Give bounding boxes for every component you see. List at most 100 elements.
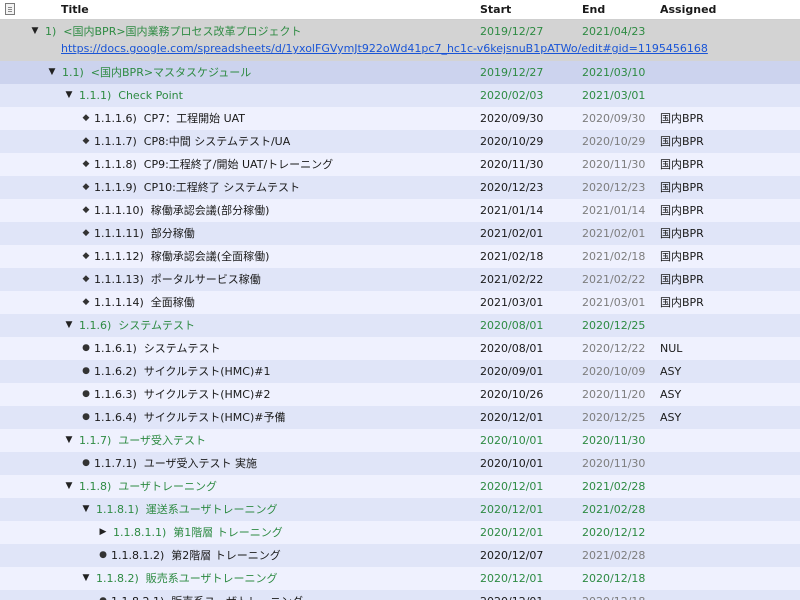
row-title-cell[interactable]: 1.1.1.7) CP8:中間 システムテスト/UA [94, 130, 476, 153]
outline-row[interactable]: ▼ 1.1.8.2) 販売系ユーザトレーニング 2020/12/01 2020/12/1… [0, 567, 800, 590]
disclosure-expanded-icon[interactable]: ▼ [28, 20, 42, 43]
row-title-cell[interactable]: 1.1.1.8) CP9:工程終了/開始 UAT/トレーニング [94, 153, 476, 176]
row-title-cell[interactable]: 1.1.6.1) システムテスト [94, 337, 476, 360]
row-assigned[interactable]: 国内BPR [660, 245, 800, 268]
row-assigned[interactable]: 国内BPR [660, 176, 800, 199]
row-start-date[interactable]: 2020/11/30 [480, 153, 580, 176]
row-start-date[interactable]: 2020/10/26 [480, 383, 580, 406]
row-start-date[interactable]: 2020/12/23 [480, 176, 580, 199]
row-title-cell[interactable]: 1.1.6) システムテスト [79, 314, 476, 337]
row-start-date[interactable]: 2020/12/01 [480, 521, 580, 544]
row-assigned[interactable]: 国内BPR [660, 222, 800, 245]
row-assigned[interactable]: 国内BPR [660, 268, 800, 291]
outline-row[interactable]: ◆ 1.1.1.11) 部分稼働 2021/02/01 2021/02/01 国内BPR [0, 222, 800, 245]
row-assigned[interactable]: ASY [660, 360, 800, 383]
row-start-date[interactable]: 2020/08/01 [480, 314, 580, 337]
disclosure-expanded-icon[interactable]: ▼ [79, 567, 93, 590]
row-title-cell[interactable]: 1.1.1) Check Point [79, 84, 476, 107]
row-end-date[interactable]: 2020/09/30 [582, 107, 658, 130]
row-start-date[interactable]: 2021/03/01 [480, 291, 580, 314]
document-icon[interactable] [5, 3, 15, 15]
row-start-date[interactable]: 2021/02/18 [480, 245, 580, 268]
outline-row[interactable]: ●1.1.8.2.1) 販売系ユーザトレーニング 2020/12/012020/12… [0, 590, 800, 600]
disclosure-expanded-icon[interactable]: ▼ [79, 498, 93, 521]
outline-row[interactable]: ◆ 1.1.1.10) 稼働承認会議(部分稼働) 2021/01/14 2021/01/… [0, 199, 800, 222]
row-start-date[interactable]: 2021/01/14 [480, 199, 580, 222]
row-title-cell[interactable]: 1.1.1.12) 稼働承認会議(全面稼働) [94, 245, 476, 268]
row-end-date[interactable]: 2020/12/12 [582, 521, 658, 544]
row-assigned[interactable]: 国内BPR [660, 291, 800, 314]
outline-row[interactable]: ◆ 1.1.1.14) 全面稼働 2021/03/01 2021/03/01 国内BPR [0, 291, 800, 314]
row-end-date[interactable]: 2020/10/29 [582, 130, 658, 153]
outline-row[interactable]: ◆ 1.1.1.9) CP10:工程終了 システムテスト 2020/12/23 2020… [0, 176, 800, 199]
row-title-cell[interactable]: 1.1.8.2) 販売系ユーザトレーニング [96, 567, 476, 590]
outline-row-root[interactable]: ▼ 1) <国内BPR>国内業務プロセス改革プロジェクト 2019/12/27 2021… [0, 20, 800, 61]
outline-row[interactable]: ▼ 1.1.6) システムテスト 2020/08/01 2020/12/25 [0, 314, 800, 337]
row-start-date[interactable]: 2020/09/01 [480, 360, 580, 383]
row-title-cell[interactable]: 1.1.1.6) CP7：工程開始 UAT [94, 107, 476, 130]
row-end-date[interactable]: 2021/02/01 [582, 222, 658, 245]
row-end-date[interactable]: 2021/02/22 [582, 268, 658, 291]
disclosure-expanded-icon[interactable]: ▼ [62, 314, 76, 337]
row-end-date[interactable]: 2021/01/14 [582, 199, 658, 222]
row-title-cell[interactable]: 1.1.6.4) サイクルテスト(HMC)#予備 [94, 406, 476, 429]
row-start-date[interactable]: 2020/12/01 [480, 475, 580, 498]
row-assigned[interactable]: 国内BPR [660, 107, 800, 130]
row-title-cell[interactable]: 1.1.1.13) ポータルサービス稼働 [94, 268, 476, 291]
row-title-cell[interactable]: 1.1.6.2) サイクルテスト(HMC)#1 [94, 360, 476, 383]
row-title-cell[interactable]: 1.1.8.2.1) 販売系ユーザトレーニング [111, 590, 476, 600]
row-title-cell[interactable]: 1.1.8.1) 運送系ユーザトレーニング [96, 498, 476, 521]
row-start-date[interactable]: 2020/12/01 [480, 406, 580, 429]
row-start-date[interactable]: 2020/10/01 [480, 429, 580, 452]
outline-row[interactable]: ◆ 1.1.1.7) CP8:中間 システムテスト/UA 2020/10/29 2020… [0, 130, 800, 153]
row-assigned[interactable]: 国内BPR [660, 199, 800, 222]
row-end-date[interactable]: 2020/10/09 [582, 360, 658, 383]
row-title-cell[interactable]: 1.1.8.1.2) 第2階層 トレーニング [111, 544, 476, 567]
row-start-date[interactable]: 2019/12/27 [480, 20, 580, 43]
row-start-date[interactable]: 2020/02/03 [480, 84, 580, 107]
row-start-date[interactable]: 2020/12/01 [480, 498, 580, 521]
row-end-date[interactable]: 2021/02/18 [582, 245, 658, 268]
outline-row[interactable]: ◆ 1.1.1.6) CP7：工程開始 UAT 2020/09/30 2020/09/3… [0, 107, 800, 130]
outline-row[interactable]: ◆ 1.1.1.8) CP9:工程終了/開始 UAT/トレーニング 2020/11/3… [0, 153, 800, 176]
header-end[interactable]: End [582, 0, 658, 19]
outline-row[interactable]: ▼ 1.1.1) Check Point 2020/02/03 2021/03/01 [0, 84, 800, 107]
row-end-date[interactable]: 2020/11/30 [582, 153, 658, 176]
outline-row[interactable]: ◆ 1.1.1.13) ポータルサービス稼働 2021/02/22 2021/02/22… [0, 268, 800, 291]
row-end-date[interactable]: 2020/12/25 [582, 406, 658, 429]
row-end-date[interactable]: 2020/12/18 [582, 590, 658, 600]
outline-row[interactable]: ● 1.1.6.4) サイクルテスト(HMC)#予備 2020/12/01 2020/1… [0, 406, 800, 429]
row-end-date[interactable]: 2021/02/28 [582, 544, 658, 567]
row-end-date[interactable]: 2020/11/30 [582, 429, 658, 452]
row-start-date[interactable]: 2020/09/30 [480, 107, 580, 130]
row-title-cell[interactable]: 1.1.7) ユーザ受入テスト [79, 429, 476, 452]
row-assigned[interactable]: NUL [660, 337, 800, 360]
disclosure-expanded-icon[interactable]: ▼ [62, 475, 76, 498]
outline-row[interactable]: ▼ 1.1) <国内BPR>マスタスケジュール 2019/12/27 2021/03/1… [0, 61, 800, 84]
row-assigned[interactable]: 国内BPR [660, 130, 800, 153]
outline-row[interactable]: ▶ 1.1.8.1.1) 第1階層 トレーニング 2020/12/01 2020/12/… [0, 521, 800, 544]
row-start-date[interactable]: 2019/12/27 [480, 61, 580, 84]
outline-row[interactable]: ● 1.1.7.1) ユーザ受入テスト 実施 2020/10/01 2020/11/30 [0, 452, 800, 475]
outline-row[interactable]: ▼ 1.1.7) ユーザ受入テスト 2020/10/01 2020/11/30 [0, 429, 800, 452]
row-start-date[interactable]: 2021/02/22 [480, 268, 580, 291]
row-title-cell[interactable]: 1.1) <国内BPR>マスタスケジュール [62, 61, 476, 84]
row-note-link[interactable]: https://docs.google.com/spreadsheets/d/1… [61, 41, 708, 57]
row-end-date[interactable]: 2020/12/23 [582, 176, 658, 199]
disclosure-expanded-icon[interactable]: ▼ [62, 429, 76, 452]
row-end-date[interactable]: 2020/11/20 [582, 383, 658, 406]
disclosure-expanded-icon[interactable]: ▼ [45, 61, 59, 84]
row-title-cell[interactable]: 1.1.1.14) 全面稼働 [94, 291, 476, 314]
row-title-cell[interactable]: 1.1.1.9) CP10:工程終了 システムテスト [94, 176, 476, 199]
row-start-date[interactable]: 2020/12/01 [480, 590, 580, 600]
outline-row[interactable]: ● 1.1.8.1.2) 第2階層 トレーニング 2020/12/07 2021/02/… [0, 544, 800, 567]
row-end-date[interactable]: 2021/02/28 [582, 498, 658, 521]
row-end-date[interactable]: 2021/03/01 [582, 84, 658, 107]
outline-row[interactable]: ▼ 1.1.8.1) 運送系ユーザトレーニング 2020/12/01 2021/02/2… [0, 498, 800, 521]
row-end-date[interactable]: 2020/12/22 [582, 337, 658, 360]
row-end-date[interactable]: 2021/03/01 [582, 291, 658, 314]
outline-row[interactable]: ◆ 1.1.1.12) 稼働承認会議(全面稼働) 2021/02/18 2021/02/… [0, 245, 800, 268]
row-start-date[interactable]: 2020/08/01 [480, 337, 580, 360]
outline-row[interactable]: ● 1.1.6.1) システムテスト 2020/08/01 2020/12/22 NUL [0, 337, 800, 360]
row-end-date[interactable]: 2021/02/28 [582, 475, 658, 498]
